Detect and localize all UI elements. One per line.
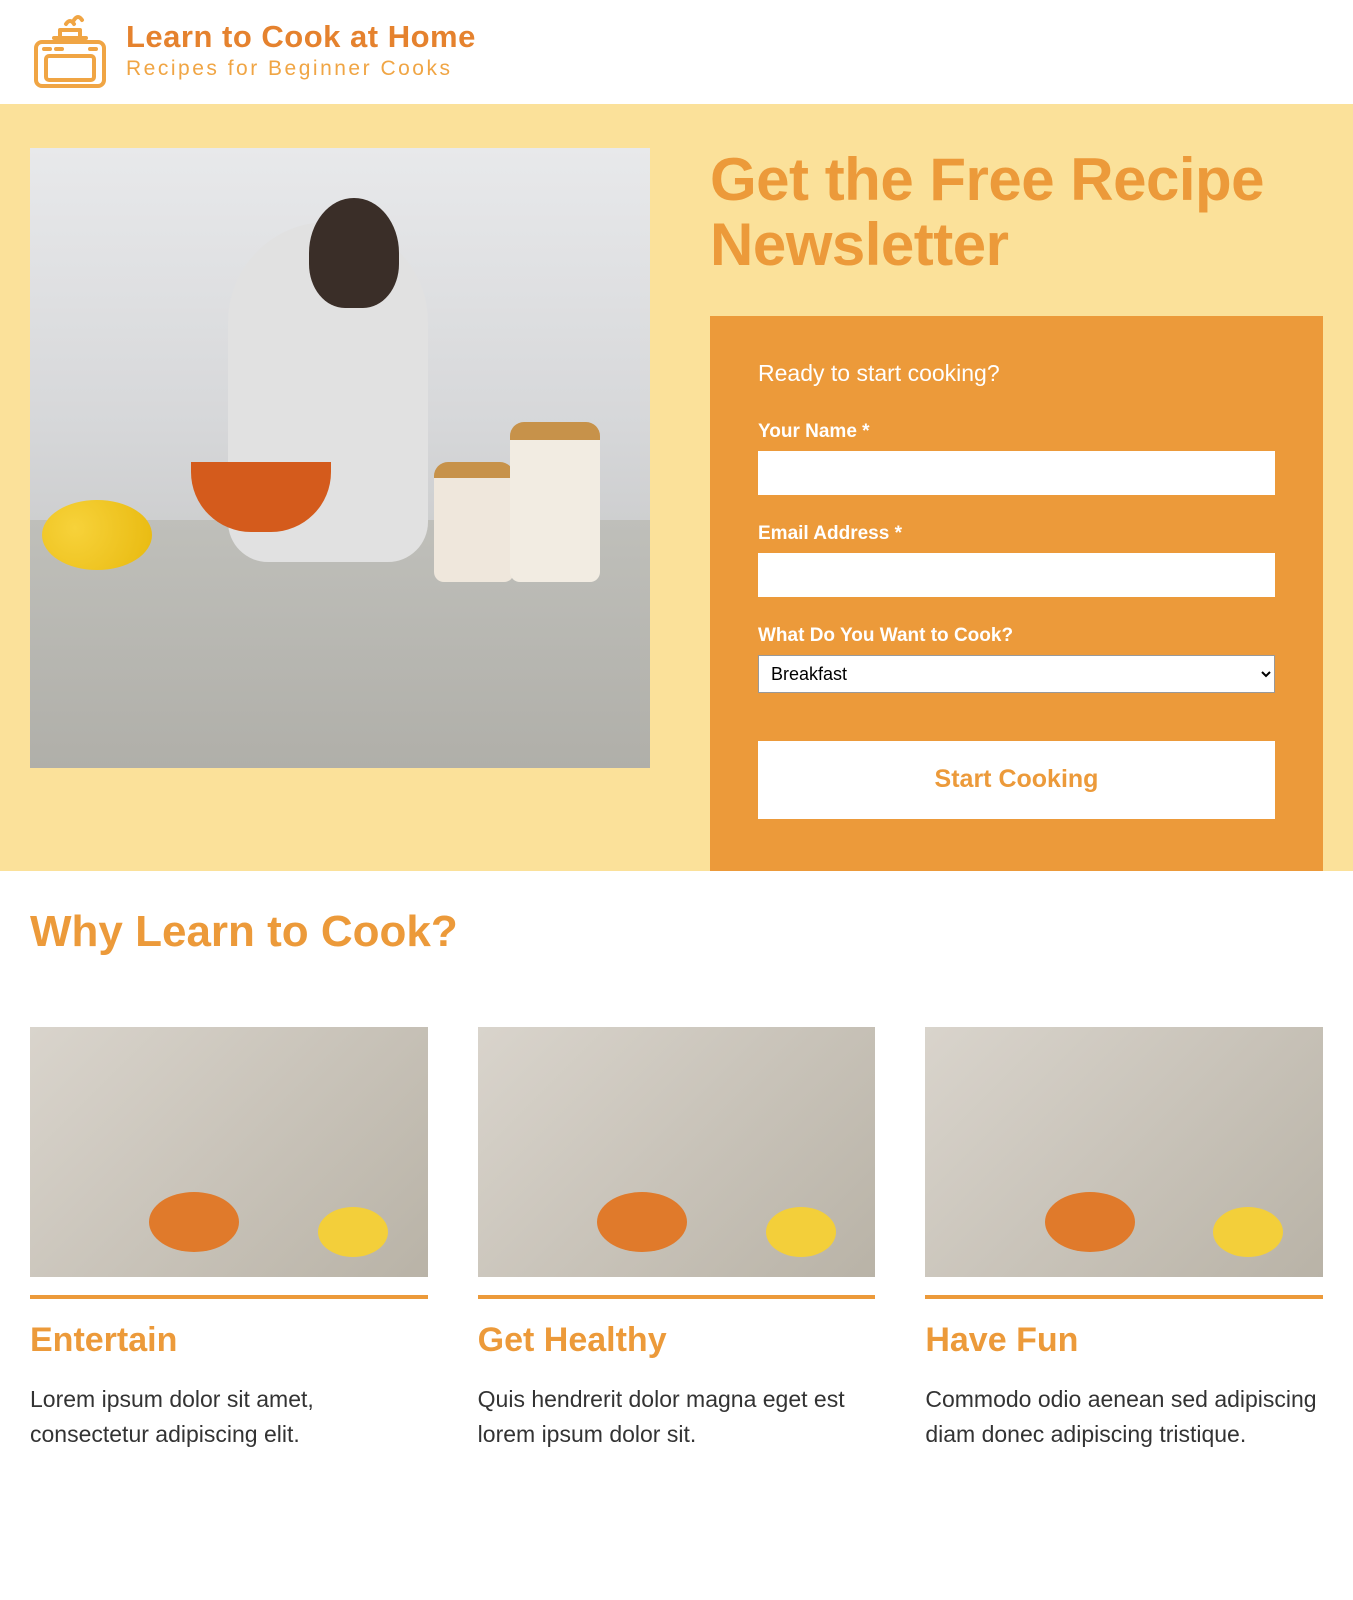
card-fun: Have Fun Commodo odio aenean sed adipisc… — [925, 1027, 1323, 1453]
email-label: Email Address * — [758, 523, 1275, 545]
card-entertain-text: Lorem ipsum dolor sit amet, consectetur … — [30, 1382, 428, 1453]
card-healthy: Get Healthy Quis hendrerit dolor magna e… — [478, 1027, 876, 1453]
card-fun-title: Have Fun — [925, 1321, 1323, 1360]
hero-title: Get the Free Recipe Newsletter — [710, 148, 1323, 278]
email-input[interactable] — [758, 553, 1275, 597]
card-healthy-title: Get Healthy — [478, 1321, 876, 1360]
form-intro-text: Ready to start cooking? — [758, 360, 1275, 387]
card-fun-image — [925, 1027, 1323, 1277]
cook-select[interactable]: Breakfast — [758, 655, 1275, 693]
start-cooking-button[interactable]: Start Cooking — [758, 741, 1275, 819]
card-entertain: Entertain Lorem ipsum dolor sit amet, co… — [30, 1027, 428, 1453]
card-entertain-title: Entertain — [30, 1321, 428, 1360]
site-title-block: Learn to Cook at Home Recipes for Beginn… — [126, 19, 476, 81]
card-divider — [478, 1295, 876, 1299]
hero-section: Get the Free Recipe Newsletter Ready to … — [0, 104, 1353, 871]
name-input[interactable] — [758, 451, 1275, 495]
why-section: Why Learn to Cook? Entertain Lorem ipsum… — [0, 871, 1353, 1513]
card-divider — [30, 1295, 428, 1299]
why-title: Why Learn to Cook? — [30, 907, 1323, 957]
card-healthy-image — [478, 1027, 876, 1277]
cook-select-label: What Do You Want to Cook? — [758, 625, 1275, 647]
site-title: Learn to Cook at Home — [126, 19, 476, 55]
card-healthy-text: Quis hendrerit dolor magna eget est lore… — [478, 1382, 876, 1453]
site-tagline: Recipes for Beginner Cooks — [126, 57, 476, 81]
card-divider — [925, 1295, 1323, 1299]
name-label: Your Name * — [758, 421, 1275, 443]
card-fun-text: Commodo odio aenean sed adipiscing diam … — [925, 1382, 1323, 1453]
card-entertain-image — [30, 1027, 428, 1277]
hero-cooking-image — [30, 148, 650, 768]
newsletter-form: Ready to start cooking? Your Name * Emai… — [710, 316, 1323, 871]
site-header: Learn to Cook at Home Recipes for Beginn… — [0, 0, 1353, 104]
logo-oven-icon — [30, 10, 110, 90]
